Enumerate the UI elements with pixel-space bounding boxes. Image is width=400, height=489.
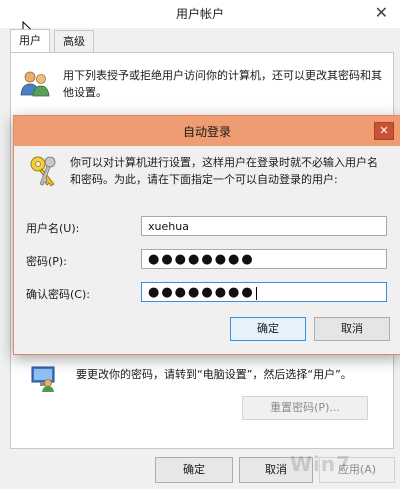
- confirm-password-label: 确认密码(C):: [26, 288, 90, 301]
- users-icon: [20, 71, 50, 97]
- confirm-password-value: ●●●●●●●●: [148, 285, 255, 300]
- dialog-ok-button[interactable]: 确定: [230, 317, 306, 341]
- window-close-icon[interactable]: ✕: [375, 3, 388, 22]
- watermark-logo: Win7: [290, 452, 352, 476]
- dialog-title: 自动登录: [182, 125, 231, 139]
- tab-advanced[interactable]: 高级: [54, 30, 94, 52]
- reset-password-button[interactable]: 重置密码(P)...: [242, 396, 368, 420]
- window-title: 用户帐户: [175, 7, 224, 21]
- pc-user-icon: [31, 366, 55, 392]
- window-titlebar: 用户帐户 ✕: [0, 0, 400, 28]
- text-caret: [255, 286, 257, 300]
- password-field[interactable]: ●●●●●●●●: [141, 249, 387, 269]
- confirm-password-field[interactable]: ●●●●●●●●: [141, 282, 387, 302]
- tab-users[interactable]: 用户: [10, 29, 50, 52]
- username-label: 用户名(U):: [26, 222, 80, 235]
- username-field[interactable]: xuehua: [141, 216, 387, 236]
- ok-button[interactable]: 确定: [155, 457, 233, 483]
- close-icon[interactable]: ✕: [374, 122, 394, 140]
- keys-icon: [30, 156, 56, 187]
- password-hint: 要更改你的密码，请转到“电脑设置”，然后选择“用户”。: [76, 368, 352, 381]
- password-label: 密码(P):: [26, 255, 67, 268]
- dialog-description: 你可以对计算机进行设置，这样用户在登录时就不必输入用户名和密码。为此，请在下面指…: [70, 156, 378, 186]
- password-value: ●●●●●●●●: [148, 252, 255, 267]
- username-value: xuehua: [148, 220, 189, 233]
- dialog-titlebar: 自动登录 ✕: [14, 116, 400, 146]
- panel-description: 用下列表授予或拒绝用户访问你的计算机，还可以更改其密码和其他设置。: [63, 69, 382, 99]
- dialog-cancel-button[interactable]: 取消: [314, 317, 390, 341]
- auto-logon-dialog: 自动登录 ✕ 你可以对计算机进行设置，这样用户在登录时就不必输入用户名和密码。为…: [13, 115, 400, 355]
